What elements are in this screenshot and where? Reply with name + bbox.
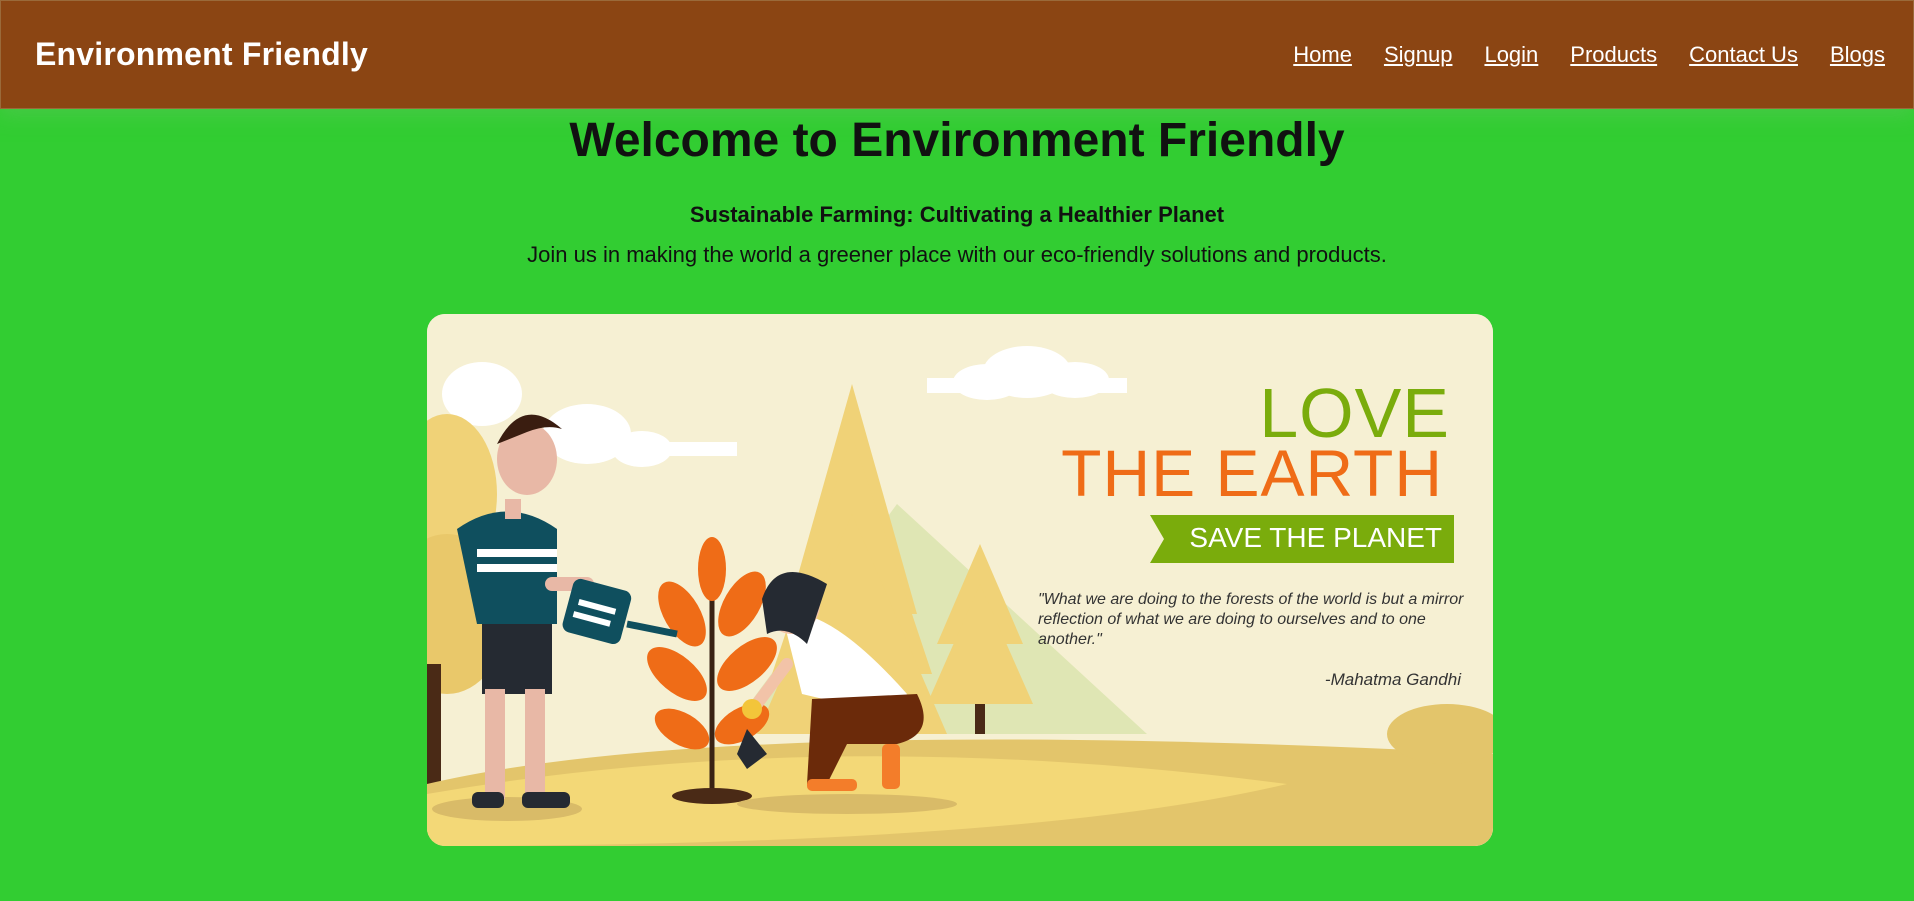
page-title: Welcome to Environment Friendly	[569, 114, 1345, 167]
nav-blogs-link[interactable]: Blogs	[1830, 42, 1885, 68]
hero-banner-image: LOVE THE EARTH SAVE THE PLANET "What we …	[427, 314, 1493, 846]
save-the-planet-ribbon: SAVE THE PLANET	[1189, 522, 1442, 553]
main-content: Welcome to Environment Friendly Sustaina…	[0, 109, 1914, 846]
main-nav: Home Signup Login Products Contact Us Bl…	[1261, 42, 1885, 68]
nav-login-link[interactable]: Login	[1484, 42, 1538, 68]
nav-products-link[interactable]: Products	[1570, 42, 1657, 68]
page-subtitle: Sustainable Farming: Cultivating a Healt…	[689, 202, 1225, 227]
site-header: Environment Friendly Home Signup Login P…	[0, 0, 1914, 109]
brand-title[interactable]: Environment Friendly	[35, 36, 368, 73]
the-earth-text: THE EARTH	[1061, 436, 1443, 510]
tagline: Join us in making the world a greener pl…	[527, 242, 1387, 267]
nav-signup-link[interactable]: Signup	[1384, 42, 1453, 68]
quote-text: "What we are doing to the forests of the…	[1038, 591, 1464, 648]
quote-author: -Mahatma Gandhi	[1324, 670, 1461, 689]
nav-home-link[interactable]: Home	[1293, 42, 1352, 68]
nav-contact-link[interactable]: Contact Us	[1689, 42, 1798, 68]
